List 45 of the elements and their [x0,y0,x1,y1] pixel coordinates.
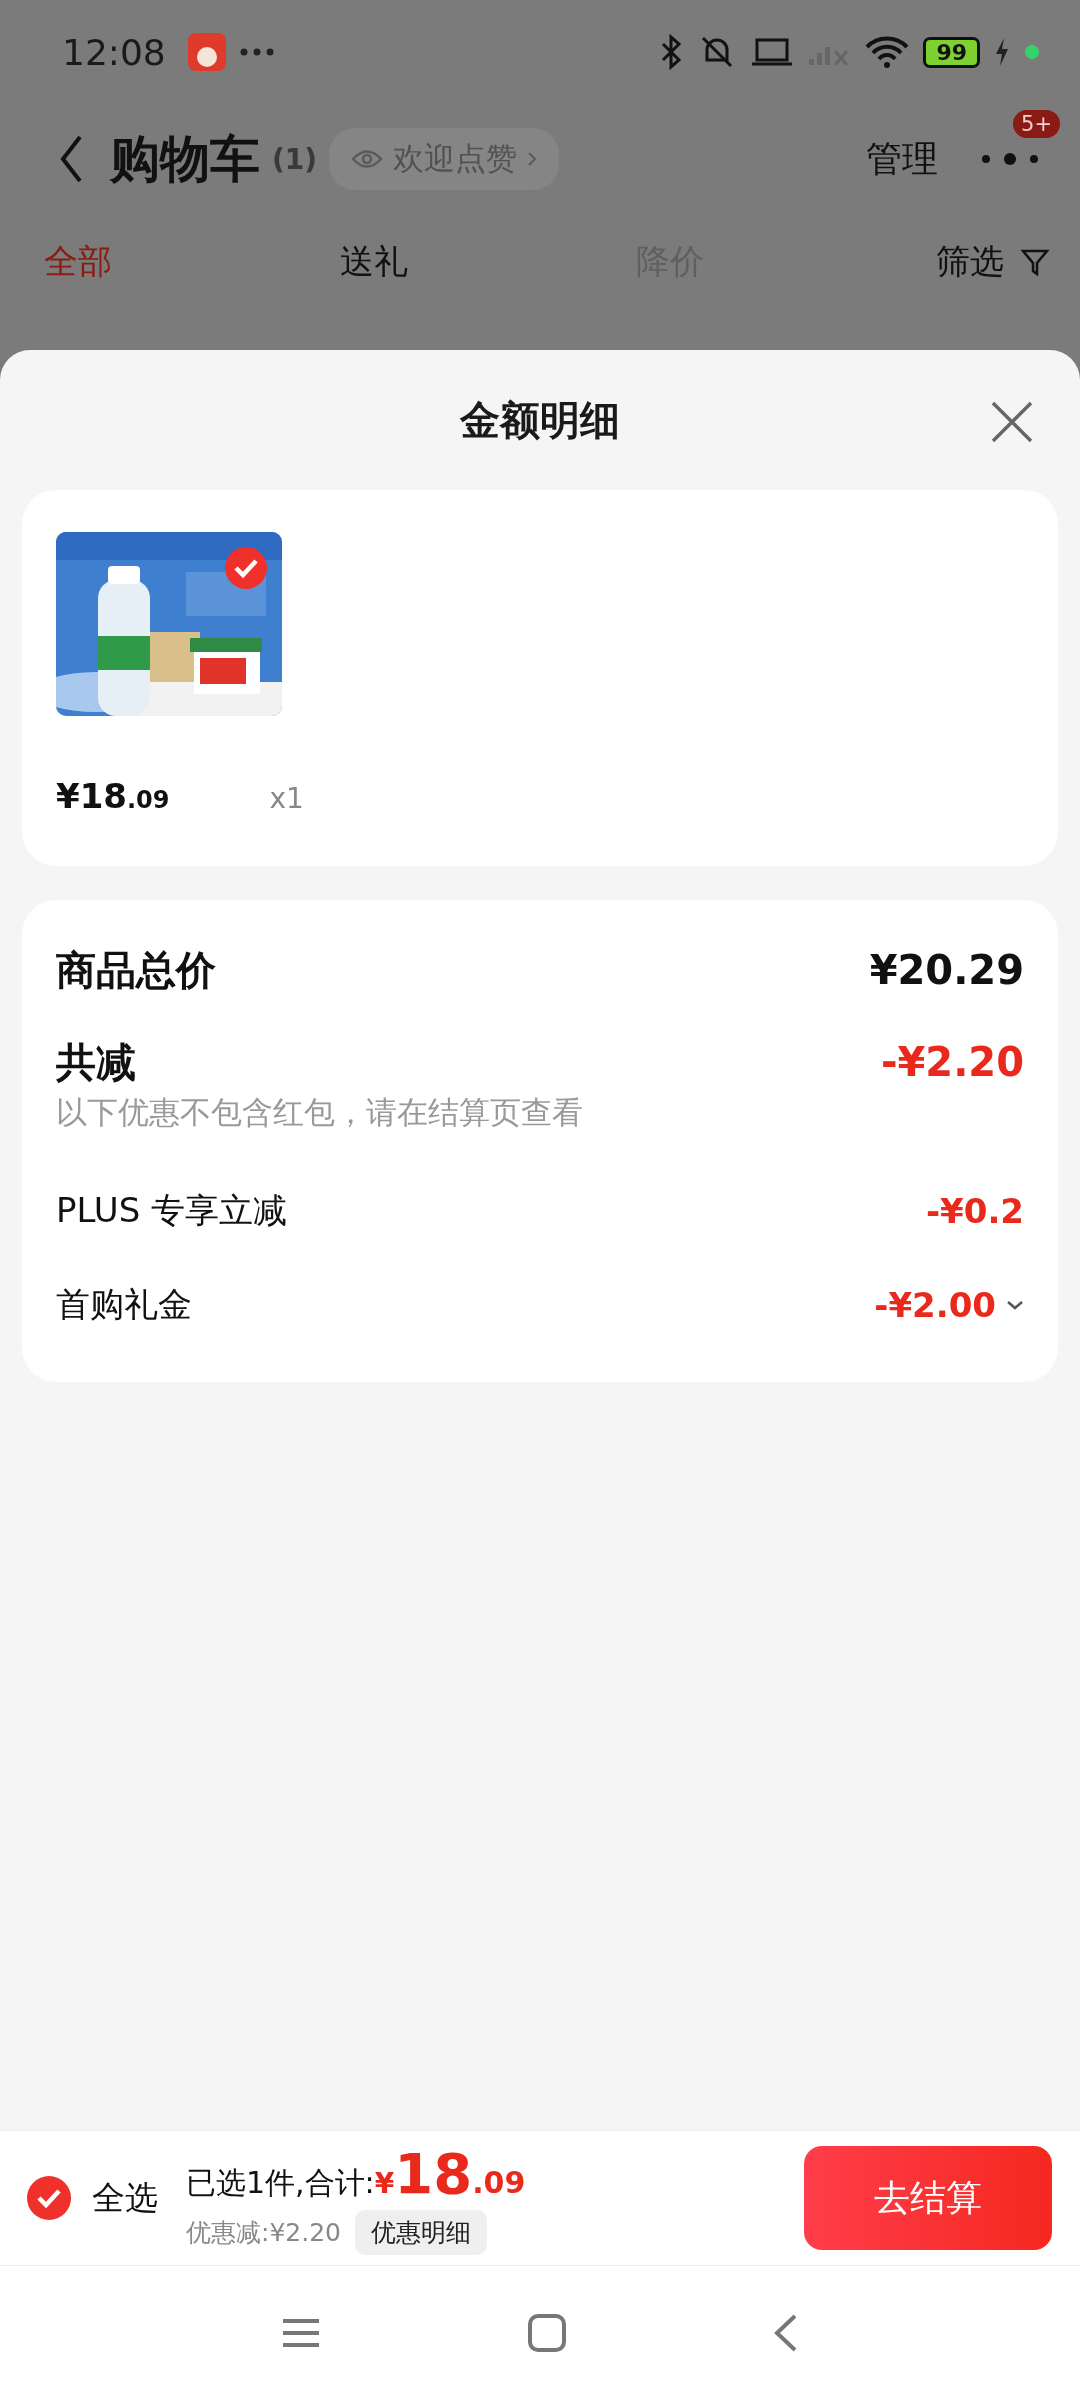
select-all-label[interactable]: 全选 [92,2175,158,2221]
checkout-button[interactable]: 去结算 [804,2146,1052,2250]
cart-count: (1) [272,142,318,176]
discount-note: 以下优惠不包含红包，请在结算页查看 [56,1093,584,1132]
status-dot-icon [1024,44,1040,60]
chevron-down-icon[interactable] [1006,1300,1024,1310]
more-icon[interactable] [980,152,1040,166]
filter-button[interactable]: 筛选 [936,239,1050,285]
chevron-right-icon [527,151,538,167]
back-icon[interactable] [58,134,84,184]
menu-icon[interactable] [281,2317,321,2349]
discount-value: -¥2.20 [880,1039,1024,1085]
footer-total: ¥18.09 [374,2141,526,2206]
more-notifications-icon [239,48,274,56]
app-notification-icon [187,33,226,71]
discount-item-value: -¥2.00 [874,1285,996,1325]
eye-icon [351,148,384,170]
item-quantity: x1 [269,782,304,815]
manage-button[interactable]: 管理 [866,134,938,184]
close-icon[interactable] [990,400,1034,444]
checked-icon[interactable] [224,546,268,590]
filter-tab[interactable]: 送礼 [340,239,636,285]
page-title: 购物车 [110,128,260,190]
battery-indicator: 99 [923,36,980,68]
discount-item-label: PLUS 专享立减 [56,1189,288,1232]
sheet-title: 金额明细 [460,395,620,445]
funnel-icon [1020,247,1050,277]
notification-badge: 5+ [1013,110,1060,138]
home-icon[interactable] [527,2313,567,2353]
saved-amount: 优惠减:¥2.20 [186,2217,341,2249]
item-price: ¥18.09 [56,776,170,816]
charging-icon [994,37,1010,67]
selected-summary: 已选1件,合计: [186,2164,375,2202]
status-time: 12:08 [62,31,166,73]
bluetooth-icon [659,34,684,70]
checked-icon[interactable] [26,2175,72,2221]
laptop-icon [751,37,794,67]
total-label: 商品总价 [56,945,216,995]
discount-detail-button[interactable]: 优惠明细 [355,2210,487,2255]
total-value: ¥20.29 [869,947,1024,993]
discount-label: 共减 [56,1037,136,1087]
back-icon[interactable] [773,2313,799,2353]
wifi-icon [865,35,910,69]
discount-item-value: -¥0.2 [926,1191,1024,1231]
discount-item-label: 首购礼金 [56,1283,192,1326]
